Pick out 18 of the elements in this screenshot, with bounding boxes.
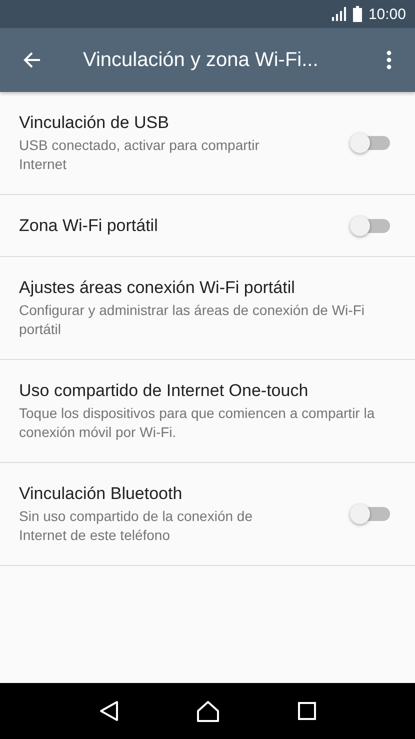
home-icon[interactable] (196, 700, 220, 722)
status-time: 10:00 (368, 6, 406, 22)
setting-summary: Toque los dispositivos para que comiencen a compartir la conexión móvil por Wi-Fi. (19, 404, 376, 442)
signal-icon (331, 7, 348, 21)
back-arrow-icon[interactable] (22, 50, 42, 70)
setting-title: Zona Wi-Fi portátil (19, 216, 159, 236)
setting-summary: Configurar y administrar las áreas de conexión de Wi-Fi portátil (19, 300, 366, 338)
app-bar-title: Vinculación y zona Wi-Fi... (82, 48, 320, 72)
setting-title: Ajustes áreas conexión Wi-Fi portátil (19, 278, 296, 298)
setting-title: Vinculación de USB (19, 112, 170, 132)
setting-summary: USB conectado, activar para compartir Internet (19, 136, 260, 174)
recent-apps-icon[interactable] (298, 702, 316, 720)
more-options-icon[interactable] (386, 50, 392, 70)
setting-title: Vinculación Bluetooth (19, 484, 184, 504)
setting-summary: Sin uso compartido de la conexión de Internet de este teléfono (19, 506, 254, 544)
battery-icon (353, 6, 362, 22)
back-icon[interactable] (98, 700, 119, 722)
setting-title: Uso compartido de Internet One-touch (19, 380, 310, 400)
